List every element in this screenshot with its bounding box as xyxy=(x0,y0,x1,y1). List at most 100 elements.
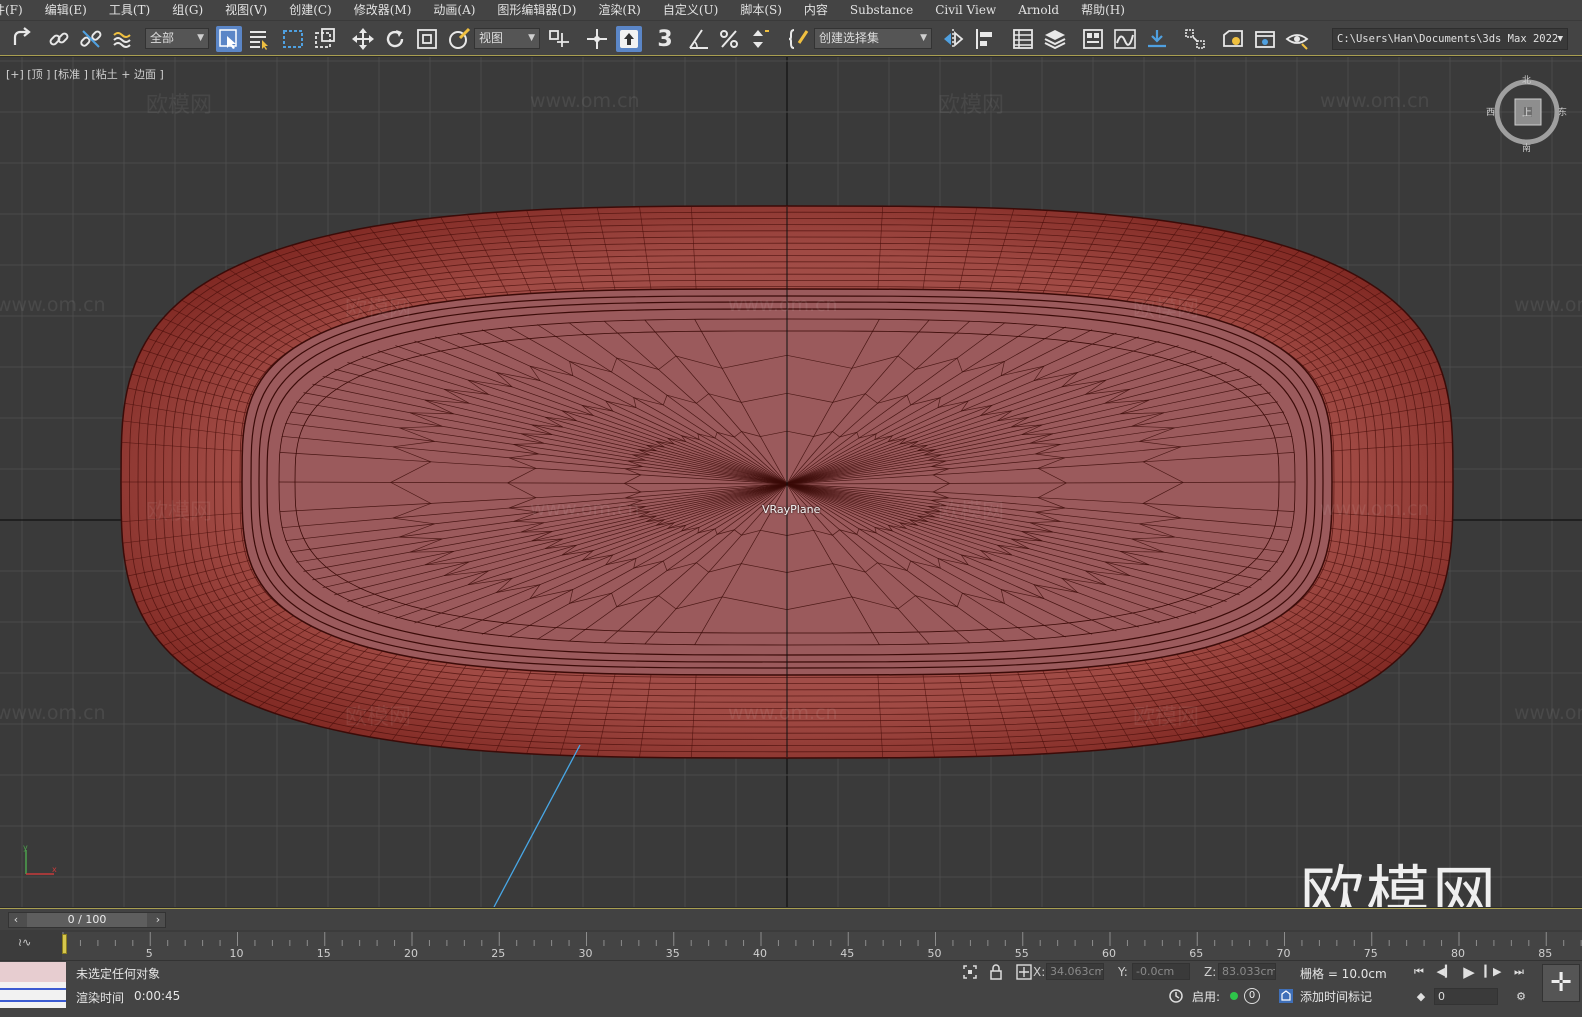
curve-editor-mini-icon[interactable]: ≀∿ xyxy=(18,936,31,949)
menu-item-8[interactable]: 图形编辑器(D) xyxy=(486,0,587,20)
x-coord-field[interactable]: 34.063cm xyxy=(1046,963,1104,980)
bind-space-warp-icon[interactable] xyxy=(110,26,136,52)
project-path-field[interactable]: C:\Users\Han\Documents\3ds Max 2022 ▼ xyxy=(1332,28,1568,50)
timeline-tick-label: 40 xyxy=(753,947,767,960)
menu-item-11[interactable]: 脚本(S) xyxy=(729,0,793,20)
timeline-tick-label: 70 xyxy=(1276,947,1291,960)
timeline-tick-label: 85 xyxy=(1538,947,1553,960)
schematic-view-icon[interactable] xyxy=(1144,26,1170,52)
time-tag-icon[interactable] xyxy=(1278,988,1294,1004)
render-time-label: 渲染时间 xyxy=(76,991,125,1005)
next-key-icon[interactable]: ▎▶ xyxy=(1484,963,1502,981)
rendered-frame-icon[interactable] xyxy=(1252,26,1278,52)
percent-snap-icon[interactable] xyxy=(716,26,742,52)
spinner-snap-icon[interactable] xyxy=(746,26,772,52)
menu-item-12[interactable]: 内容 xyxy=(793,0,839,20)
y-coord-field[interactable]: -0.0cm xyxy=(1132,963,1190,980)
current-frame-field[interactable]: 0 xyxy=(1434,988,1498,1005)
prev-frame-arrow-icon[interactable]: ‹ xyxy=(9,913,23,927)
menu-item-13[interactable]: Substance xyxy=(839,0,924,20)
viewcube-top-face[interactable]: 上 xyxy=(1522,104,1532,119)
scene-explorer-icon[interactable] xyxy=(1010,26,1036,52)
goto-start-icon[interactable]: ⏮ xyxy=(1410,963,1428,981)
select-rotate-icon[interactable] xyxy=(382,26,408,52)
viewport-label-menu[interactable]: [+] [顶 ] [标准 ] [粘土 + 边面 ] xyxy=(6,66,164,82)
time-slider[interactable]: ‹ 0 / 100 › xyxy=(0,908,1582,930)
render-setup-icon[interactable] xyxy=(1220,26,1246,52)
frame-readout[interactable]: 0 / 100 xyxy=(27,913,147,927)
viewport-top[interactable]: [+] [顶 ] [标准 ] [粘土 + 边面 ] 欧模网 www.om.cn … xyxy=(0,57,1582,907)
align-icon[interactable] xyxy=(972,26,998,52)
material-editor-icon[interactable] xyxy=(1182,26,1208,52)
menu-item-9[interactable]: 渲染(R) xyxy=(587,0,651,20)
placement-icon[interactable] xyxy=(446,26,472,52)
viewcube-south-label[interactable]: 南 xyxy=(1522,141,1531,154)
curve-editor-icon[interactable] xyxy=(1112,26,1138,52)
snaps-toggle-icon[interactable]: 3 xyxy=(652,26,678,52)
vray-plane-mesh[interactable] xyxy=(120,205,1454,759)
timeline-tick-label: 60 xyxy=(1102,947,1116,960)
select-by-name-icon[interactable] xyxy=(246,26,272,52)
key-mode-icon[interactable]: ◆ xyxy=(1412,988,1430,1006)
select-scale-icon[interactable] xyxy=(414,26,440,52)
isolate-selection-icon[interactable] xyxy=(962,964,978,980)
named-selection-dropdown[interactable]: 创建选择集 ▼ xyxy=(814,28,932,49)
rect-selection-region-icon[interactable] xyxy=(280,26,306,52)
timeline-tick-label: 75 xyxy=(1363,947,1378,960)
edit-named-sets-icon[interactable] xyxy=(786,26,812,52)
ribbon-icon[interactable] xyxy=(1080,26,1106,52)
menu-item-14[interactable]: Civil View xyxy=(924,0,1007,20)
timeline-track[interactable]: ≀∿ 5 10 15 20 25 30 35 40 45 50 55 60 65 70 75 80 85 xyxy=(0,930,1582,960)
menu-item-15[interactable]: Arnold xyxy=(1007,0,1070,20)
status-indicator-dot xyxy=(1230,992,1238,1000)
viewcube-north-label[interactable]: 北 xyxy=(1522,73,1531,86)
link-icon[interactable] xyxy=(46,26,72,52)
play-icon[interactable]: ▶ xyxy=(1460,963,1478,981)
keyboard-shortcut-icon[interactable] xyxy=(616,26,642,52)
menu-item-10[interactable]: 自定义(U) xyxy=(652,0,729,20)
selection-filter-dropdown[interactable]: 全部 ▼ xyxy=(145,28,209,49)
reference-coord-dropdown[interactable]: 视图 ▼ xyxy=(474,28,540,49)
viewport-navigation-button[interactable]: ✛ xyxy=(1542,964,1580,1002)
timeline-tick-label: 65 xyxy=(1189,947,1204,960)
time-cursor[interactable] xyxy=(62,934,67,954)
angle-snap-icon[interactable] xyxy=(686,26,712,52)
timeline-ruler[interactable] xyxy=(62,932,1582,960)
absolute-mode-icon[interactable] xyxy=(1016,964,1032,980)
axis-tripod: y x xyxy=(23,843,57,875)
mirror-icon[interactable] xyxy=(940,26,966,52)
x-coord-label: X: xyxy=(1033,965,1046,979)
viewcube[interactable]: 北 南 西 东 上 xyxy=(1486,73,1567,154)
goto-end-icon[interactable]: ⏭ xyxy=(1510,963,1528,981)
viewcube-east-label[interactable]: 东 xyxy=(1558,105,1567,118)
time-config-icon[interactable]: ⚙ xyxy=(1512,988,1530,1006)
next-frame-arrow-icon[interactable]: › xyxy=(151,913,165,927)
select-object-icon[interactable] xyxy=(216,26,242,52)
menu-item-7[interactable]: 动画(A) xyxy=(422,0,486,20)
layer-explorer-icon[interactable] xyxy=(1042,26,1068,52)
select-move-icon[interactable] xyxy=(350,26,376,52)
menu-item-2[interactable]: 工具(T) xyxy=(98,0,161,20)
maxscript-mini-listener[interactable] xyxy=(0,962,66,1008)
svg-text:x: x xyxy=(52,865,57,874)
menu-item-16[interactable]: 帮助(H) xyxy=(1070,0,1136,20)
selection-lock-icon[interactable] xyxy=(988,964,1004,980)
pivot-icon[interactable] xyxy=(546,26,572,52)
menu-item-5[interactable]: 创建(C) xyxy=(278,0,343,20)
viewcube-west-label[interactable]: 西 xyxy=(1486,105,1495,118)
menu-item-4[interactable]: 视图(V) xyxy=(214,0,278,20)
frame-slider[interactable]: ‹ 0 / 100 › xyxy=(8,912,166,928)
menu-item-0[interactable]: 件(F) xyxy=(0,0,34,20)
menu-item-6[interactable]: 修改器(M) xyxy=(343,0,423,20)
menu-item-3[interactable]: 组(G) xyxy=(161,0,214,20)
z-coord-field[interactable]: 83.033cm xyxy=(1218,963,1276,980)
redo-icon[interactable] xyxy=(8,26,34,52)
manipulate-icon[interactable] xyxy=(584,26,610,52)
menu-item-1[interactable]: 编辑(E) xyxy=(34,0,98,20)
render-production-icon[interactable] xyxy=(1284,26,1310,52)
prev-key-icon[interactable]: ◀▎ xyxy=(1436,963,1454,981)
window-crossing-icon[interactable] xyxy=(312,26,338,52)
unlink-icon[interactable] xyxy=(78,26,104,52)
add-time-tag-button[interactable]: 添加时间标记 xyxy=(1300,988,1372,1005)
adaptive-degradation-icon[interactable] xyxy=(1168,988,1184,1004)
